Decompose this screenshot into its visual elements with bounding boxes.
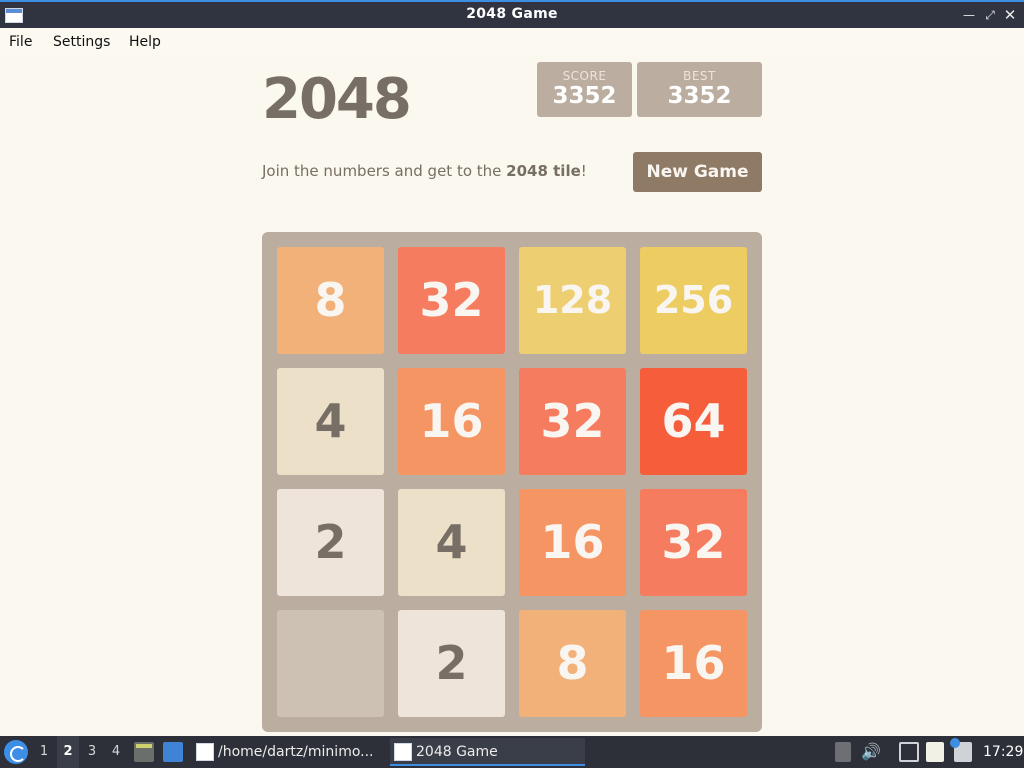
game-board[interactable]: 8 32 128 256 4 16 32 64 2 4 16 32 2 8 16: [262, 232, 762, 732]
workspace-1[interactable]: 1: [33, 736, 55, 768]
menu-help[interactable]: Help: [129, 34, 161, 50]
tile: 8: [277, 247, 384, 354]
volume-icon[interactable]: 🔊: [861, 742, 883, 762]
tile: 16: [640, 610, 747, 717]
best-value: 3352: [667, 83, 732, 109]
menu-settings[interactable]: Settings: [53, 34, 110, 50]
tile: 256: [640, 247, 747, 354]
tile: 2: [277, 489, 384, 596]
best-score-box: BEST 3352: [637, 62, 762, 117]
workspace-2[interactable]: 2: [57, 736, 79, 768]
tile: 16: [398, 368, 505, 475]
tile: 2: [398, 610, 505, 717]
tile: 32: [640, 489, 747, 596]
taskbar: 1 2 3 4 /home/dartz/minimo... 2048 Game …: [0, 736, 1024, 768]
tile: 16: [519, 489, 626, 596]
network-icon[interactable]: [899, 742, 919, 762]
file-manager-icon[interactable]: [134, 742, 154, 762]
menu-bar: File Settings Help: [0, 28, 1024, 56]
tile: 128: [519, 247, 626, 354]
tile: 8: [519, 610, 626, 717]
new-game-button[interactable]: New Game: [633, 152, 762, 192]
menu-file[interactable]: File: [9, 34, 32, 50]
workspace-4[interactable]: 4: [105, 736, 127, 768]
window-titlebar[interactable]: 2048 Game — ⤢ ✕: [0, 0, 1024, 28]
minimize-icon[interactable]: —: [959, 5, 979, 25]
show-desktop-icon[interactable]: [163, 742, 183, 762]
tile: 32: [398, 247, 505, 354]
task-terminal-label: /home/dartz/minimo...: [218, 744, 374, 760]
game-title: 2048: [262, 67, 412, 132]
tile: 4: [277, 368, 384, 475]
intro-goal: 2048 tile: [506, 162, 581, 180]
start-menu-icon[interactable]: [4, 740, 28, 764]
maximize-icon[interactable]: ⤢: [980, 5, 1000, 25]
intro-suffix: !: [580, 162, 587, 180]
workspace-3[interactable]: 3: [81, 736, 103, 768]
tile: 32: [519, 368, 626, 475]
best-label: BEST: [683, 69, 716, 83]
clipboard-icon[interactable]: [926, 742, 944, 762]
task-2048-label: 2048 Game: [416, 744, 498, 760]
terminal-icon: [196, 743, 214, 761]
clock[interactable]: 17:29: [983, 736, 1023, 768]
window-icon: [394, 743, 412, 761]
empty-cell: [277, 610, 384, 717]
score-box: SCORE 3352: [537, 62, 632, 117]
tile: 64: [640, 368, 747, 475]
score-label: SCORE: [562, 69, 607, 83]
game-intro-text: Join the numbers and get to the 2048 til…: [262, 162, 587, 180]
task-terminal[interactable]: /home/dartz/minimo...: [192, 738, 388, 766]
tray-expand-icon[interactable]: [835, 742, 851, 762]
window-title: 2048 Game: [466, 6, 558, 22]
task-2048-game[interactable]: 2048 Game: [390, 738, 585, 766]
tile: 4: [398, 489, 505, 596]
notification-icon[interactable]: [950, 738, 972, 762]
close-icon[interactable]: ✕: [1000, 5, 1020, 25]
intro-prefix: Join the numbers and get to the: [262, 162, 507, 180]
score-value: 3352: [552, 83, 617, 109]
